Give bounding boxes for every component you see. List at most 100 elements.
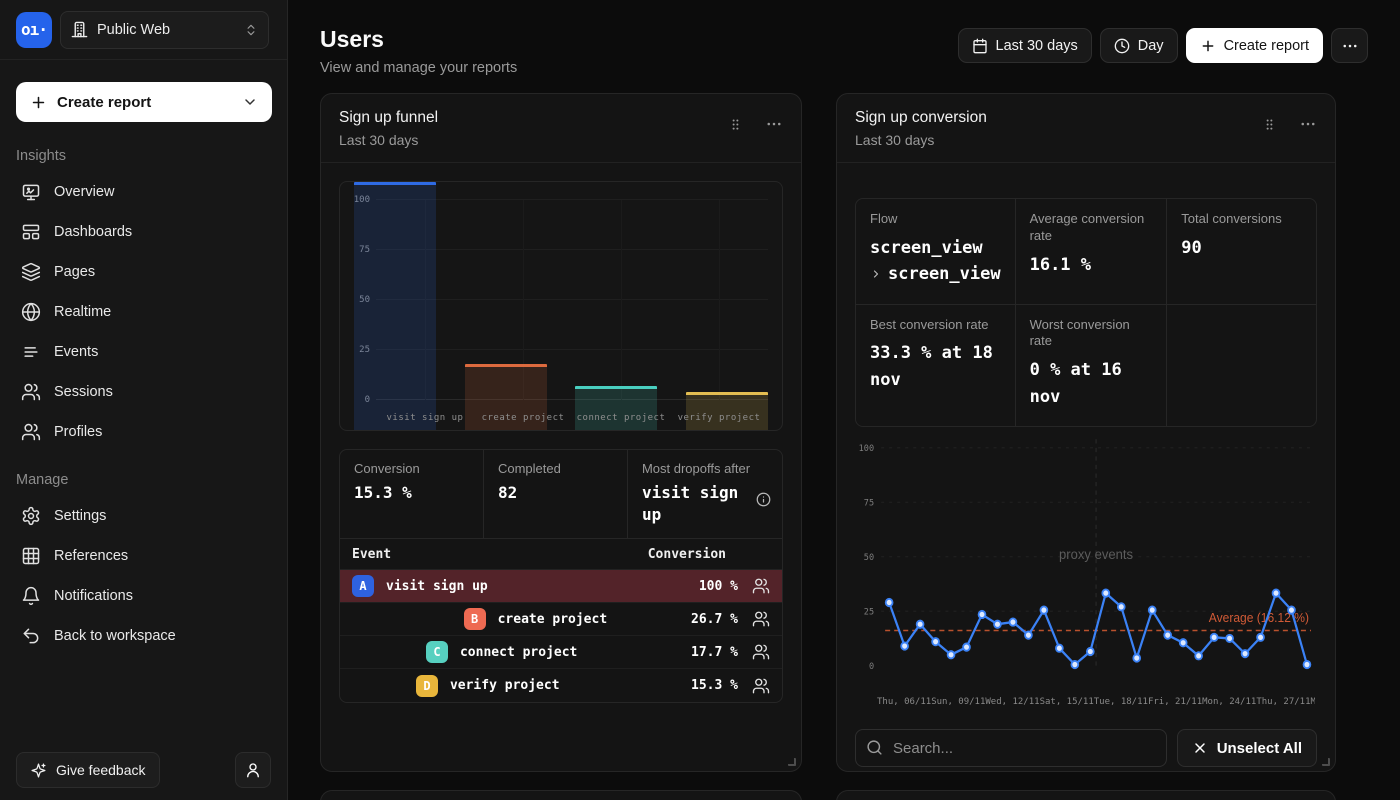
project-selector[interactable]: Public Web [60, 11, 269, 49]
sidebar: oı· Public Web Create report Insights [0, 0, 288, 800]
plus-icon [1200, 38, 1216, 54]
x-tick-label: Thu, 27/11 [1256, 697, 1310, 707]
date-range-label: Last 30 days [996, 38, 1078, 54]
sidebar-item-notifications[interactable]: Notifications [0, 576, 287, 616]
svg-text:75: 75 [864, 498, 874, 508]
ellipsis-icon [1341, 37, 1359, 55]
funnel-table-row[interactable]: B create project 26.7 % [340, 603, 782, 636]
sidebar-item-label: References [54, 548, 128, 564]
x-tick-label: Sat, 15/11 [1040, 697, 1094, 707]
interval-button[interactable]: Day [1100, 28, 1178, 63]
event-name: create project [498, 612, 608, 627]
drag-grip-icon[interactable] [728, 117, 743, 132]
funnel-card-header: Sign up funnel Last 30 days [321, 94, 801, 163]
funnel-card: Sign up funnel Last 30 days 0255075100 v… [320, 93, 802, 772]
svg-text:25: 25 [864, 607, 874, 617]
funnel-xlabels: visit sign upcreate projectconnect proje… [376, 413, 768, 423]
funnel-table-row[interactable]: D verify project 15.3 % [340, 669, 782, 702]
sidebar-item-label: Realtime [54, 304, 111, 320]
conversion-stats: Flow screen_view screen_view Average con… [855, 198, 1317, 427]
header-actions: Last 30 days Day Create report [958, 28, 1368, 63]
funnel-card-title: Sign up funnel [339, 109, 438, 127]
funnel-table-row[interactable]: A visit sign up 100 % [340, 570, 782, 603]
search-input[interactable] [855, 729, 1167, 767]
sidebar-item-settings[interactable]: Settings [0, 496, 287, 536]
partial-card [836, 790, 1336, 800]
card-menu-icon[interactable] [765, 115, 783, 133]
drag-grip-icon[interactable] [1262, 117, 1277, 132]
clock-icon [1114, 38, 1130, 54]
users-icon[interactable] [752, 677, 770, 695]
funnel-chart: 0255075100 visit sign upcreate projectco… [339, 181, 783, 431]
sidebar-item-back-to-workspace[interactable]: Back to workspace [0, 616, 287, 656]
event-column-header: Event [352, 547, 391, 562]
account-button[interactable] [235, 752, 271, 788]
sidebar-item-dashboards[interactable]: Dashboards [0, 212, 287, 252]
create-report-button[interactable]: Create report [1186, 28, 1323, 63]
dashboards-icon [21, 222, 41, 242]
users-icon[interactable] [752, 577, 770, 595]
conversion-line-chart-svg: 0255075100proxy eventsAverage (16.12 %) [855, 435, 1317, 687]
page-title: Users [320, 26, 517, 53]
sidebar-item-sessions[interactable]: Sessions [0, 372, 287, 412]
sparkles-icon [30, 762, 47, 779]
profiles-icon [21, 422, 41, 442]
funnel-card-subtitle: Last 30 days [339, 132, 438, 148]
x-tick-label: Thu, 06/11 [877, 697, 931, 707]
sidebar-item-label: Back to workspace [54, 628, 176, 644]
card-resize-handle[interactable] [1322, 758, 1330, 766]
info-icon[interactable] [756, 492, 771, 507]
stat-empty-cell [1167, 305, 1316, 426]
event-conversion: 15.3 % [691, 678, 738, 693]
event-name: verify project [450, 678, 560, 693]
unselect-all-button[interactable]: Unselect All [1177, 729, 1317, 767]
sidebar-item-references[interactable]: References [0, 536, 287, 576]
stat-most-dropoffs: Most dropoffs after visit sign up [628, 450, 782, 538]
funnel-bars [340, 182, 782, 430]
sessions-icon [21, 382, 41, 402]
sidebar-item-overview[interactable]: Overview [0, 172, 287, 212]
stat-average-rate: Average conversion rate 16.1 % [1016, 199, 1168, 305]
card-menu-icon[interactable] [1299, 115, 1317, 133]
sidebar-item-label: Sessions [54, 384, 113, 400]
sidebar-item-events[interactable]: Events [0, 332, 287, 372]
event-conversion: 100 % [699, 579, 738, 594]
sidebar-item-label: Events [54, 344, 98, 360]
funnel-table-header: Event Conversion [340, 539, 782, 570]
sidebar-item-label: Overview [54, 184, 114, 200]
sidebar-item-realtime[interactable]: Realtime [0, 292, 287, 332]
app-root: oı· Public Web Create report Insights [0, 0, 1400, 800]
conversion-card-title: Sign up conversion [855, 109, 987, 127]
give-feedback-button[interactable]: Give feedback [16, 752, 160, 788]
x-tick-label: Tue, 18/11 [1094, 697, 1148, 707]
users-icon[interactable] [752, 610, 770, 628]
users-icon[interactable] [752, 643, 770, 661]
funnel-stats: Conversion 15.3 % Completed 82 Most drop… [340, 450, 782, 539]
conversion-line-chart: 0255075100proxy eventsAverage (16.12 %) … [855, 435, 1317, 707]
date-range-button[interactable]: Last 30 days [958, 28, 1092, 63]
flow-to: screen_view [888, 261, 1001, 287]
more-options-button[interactable] [1331, 28, 1368, 63]
sidebar-create-report-button[interactable]: Create report [16, 82, 272, 122]
sidebar-create-report-label: Create report [57, 94, 151, 111]
card-resize-handle[interactable] [788, 758, 796, 766]
conversion-card-header: Sign up conversion Last 30 days [837, 94, 1335, 163]
sidebar-item-pages[interactable]: Pages [0, 252, 287, 292]
interval-label: Day [1138, 38, 1164, 54]
pages-icon [21, 262, 41, 282]
realtime-icon [21, 302, 41, 322]
overview-icon [21, 182, 41, 202]
back-icon [21, 626, 41, 646]
chevron-down-icon[interactable] [242, 94, 258, 110]
partial-card [320, 790, 802, 800]
event-badge: B [464, 608, 486, 630]
flow-from: screen_view [870, 235, 1001, 261]
x-icon [1192, 740, 1208, 756]
project-selector-label: Public Web [97, 22, 235, 38]
conversion-card: Sign up conversion Last 30 days Flow scr… [836, 93, 1336, 772]
conversion-column-header: Conversion [648, 547, 726, 562]
funnel-bar [354, 182, 436, 430]
funnel-table-row[interactable]: C connect project 17.7 % [340, 636, 782, 669]
funnel-bar [686, 392, 768, 430]
sidebar-item-profiles[interactable]: Profiles [0, 412, 287, 452]
